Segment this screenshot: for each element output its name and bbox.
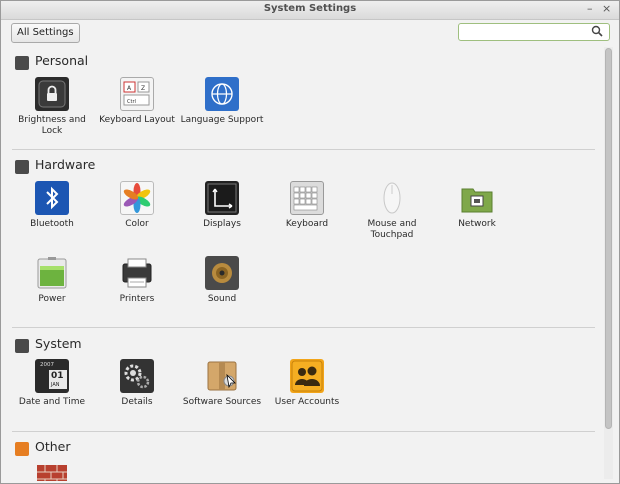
power-icon	[35, 256, 69, 290]
search-field[interactable]	[458, 23, 610, 45]
language-support-icon	[205, 77, 239, 111]
firewall-icon	[35, 463, 69, 481]
svg-text:Z: Z	[141, 85, 145, 92]
calendar-month: JAN	[51, 382, 60, 388]
item-label: Bluetooth	[30, 219, 74, 229]
item-label: Color	[125, 219, 149, 229]
user-accounts-icon	[290, 359, 324, 393]
section-title: Hardware	[35, 157, 96, 172]
settings-content: Personal Brightness and Lock A Z Ctrl Keyb…	[8, 47, 601, 481]
brightness-lock-icon	[35, 77, 69, 111]
hardware-category-icon	[15, 160, 29, 174]
displays-icon	[205, 181, 239, 215]
date-time-icon: 2007 01 JAN	[35, 359, 69, 393]
brightness-and-lock-item[interactable]: Brightness and Lock	[10, 77, 94, 137]
system-settings-window: System Settings – × All Settings Persona…	[0, 0, 620, 484]
mouse-and-touchpad-item[interactable]: Mouse and Touchpad	[350, 181, 434, 241]
item-label: Network	[458, 219, 496, 229]
item-label: Keyboard Layout	[99, 115, 175, 125]
scrollbar-thumb[interactable]	[605, 48, 612, 429]
keyboard-layout-icon: A Z Ctrl	[120, 77, 154, 111]
minimize-button[interactable]: –	[587, 3, 593, 15]
details-icon	[120, 359, 154, 393]
color-icon	[120, 181, 154, 215]
personal-category-icon	[15, 56, 29, 70]
details-item[interactable]: Details	[95, 359, 179, 408]
toolbar: All Settings	[1, 20, 619, 45]
mouse-touchpad-icon	[375, 181, 409, 215]
window-title: System Settings	[263, 3, 357, 14]
item-label: Power	[38, 294, 66, 304]
item-label: Brightness and Lock	[18, 115, 86, 136]
power-item[interactable]: Power	[10, 256, 94, 305]
title-bar[interactable]: System Settings – ×	[1, 1, 619, 20]
item-label: User Accounts	[274, 397, 340, 407]
search-input[interactable]	[462, 28, 591, 45]
other-category-icon	[15, 442, 29, 456]
calendar-day: 01	[51, 371, 64, 381]
search-icon[interactable]	[591, 25, 603, 37]
section-title: System	[35, 336, 82, 351]
firewall-item[interactable]	[10, 463, 94, 481]
item-label: Language Support	[180, 115, 264, 125]
section-divider	[12, 327, 595, 328]
section-divider	[12, 149, 595, 150]
network-item[interactable]: Network	[435, 181, 519, 230]
item-label: Mouse and Touchpad	[367, 219, 417, 240]
bluetooth-icon	[35, 181, 69, 215]
item-label: Displays	[203, 219, 241, 229]
vertical-scrollbar[interactable]	[604, 47, 613, 479]
svg-text:Ctrl: Ctrl	[127, 99, 136, 105]
network-icon	[460, 181, 494, 215]
section-title: Personal	[35, 53, 89, 68]
printers-icon	[120, 256, 154, 290]
calendar-year: 2007	[40, 362, 54, 368]
date-and-time-item[interactable]: 2007 01 JAN Date and Time	[10, 359, 94, 408]
printers-item[interactable]: Printers	[95, 256, 179, 305]
keyboard-icon	[290, 181, 324, 215]
system-category-icon	[15, 339, 29, 353]
item-label: Keyboard	[285, 219, 329, 229]
close-button[interactable]: ×	[602, 3, 611, 15]
item-label: Printers	[119, 294, 155, 304]
section-divider	[12, 431, 595, 432]
user-accounts-item[interactable]: User Accounts	[265, 359, 349, 408]
item-label: Software Sources	[182, 397, 262, 407]
software-sources-icon	[205, 359, 239, 393]
color-item[interactable]: Color	[95, 181, 179, 230]
sound-icon	[205, 256, 239, 290]
item-label: Date and Time	[18, 397, 86, 407]
item-label: Sound	[207, 294, 237, 304]
language-support-item[interactable]: Language Support	[180, 77, 264, 126]
item-label: Details	[121, 397, 153, 407]
sound-item[interactable]: Sound	[180, 256, 264, 305]
software-sources-item[interactable]: Software Sources	[180, 359, 264, 408]
section-title: Other	[35, 439, 71, 454]
keyboard-item[interactable]: Keyboard	[265, 181, 349, 230]
keyboard-layout-item[interactable]: A Z Ctrl Keyboard Layout	[95, 77, 179, 126]
displays-item[interactable]: Displays	[180, 181, 264, 230]
all-settings-button[interactable]: All Settings	[11, 23, 80, 43]
bluetooth-item[interactable]: Bluetooth	[10, 181, 94, 230]
